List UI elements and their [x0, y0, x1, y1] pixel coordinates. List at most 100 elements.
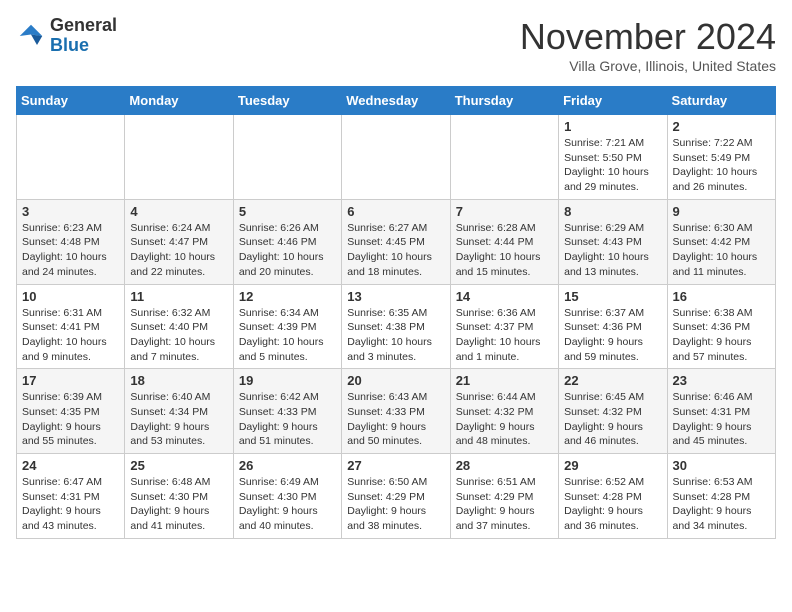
calendar-header: SundayMondayTuesdayWednesdayThursdayFrid… — [17, 87, 776, 115]
day-info: Sunrise: 6:38 AMSunset: 4:36 PMDaylight:… — [673, 306, 770, 365]
day-number: 17 — [22, 373, 119, 388]
calendar-week-2: 3 Sunrise: 6:23 AMSunset: 4:48 PMDaylight… — [17, 199, 776, 284]
calendar-cell: 17 Sunrise: 6:39 AMSunset: 4:35 PMDayligh… — [17, 369, 125, 454]
day-number: 19 — [239, 373, 336, 388]
calendar-cell: 29Sunrise: 6:52 AMSunset: 4:28 PMDayligh… — [559, 454, 667, 539]
day-header-thursday: Thursday — [450, 87, 558, 115]
day-number: 21 — [456, 373, 553, 388]
day-number: 27 — [347, 458, 444, 473]
day-number: 22 — [564, 373, 661, 388]
day-header-monday: Monday — [125, 87, 233, 115]
day-info: Sunrise: 7:22 AMSunset: 5:49 PMDaylight:… — [673, 136, 770, 195]
calendar-cell: 15Sunrise: 6:37 AMSunset: 4:36 PMDayligh… — [559, 284, 667, 369]
day-info: Sunrise: 6:36 AMSunset: 4:37 PMDaylight:… — [456, 306, 553, 365]
day-info: Sunrise: 6:35 AMSunset: 4:38 PMDaylight:… — [347, 306, 444, 365]
day-header-sunday: Sunday — [17, 87, 125, 115]
calendar-cell: 4 Sunrise: 6:24 AMSunset: 4:47 PMDaylight… — [125, 199, 233, 284]
day-info: Sunrise: 6:23 AMSunset: 4:48 PMDaylight:… — [22, 221, 119, 280]
day-info: Sunrise: 6:48 AMSunset: 4:30 PMDaylight:… — [130, 475, 227, 534]
logo-text: General Blue — [50, 16, 117, 56]
day-info: Sunrise: 6:27 AMSunset: 4:45 PMDaylight:… — [347, 221, 444, 280]
calendar-cell — [233, 115, 341, 200]
day-info: Sunrise: 6:28 AMSunset: 4:44 PMDaylight:… — [456, 221, 553, 280]
location-subtitle: Villa Grove, Illinois, United States — [520, 58, 776, 74]
day-info: Sunrise: 6:49 AMSunset: 4:30 PMDaylight:… — [239, 475, 336, 534]
calendar-cell: 7 Sunrise: 6:28 AMSunset: 4:44 PMDaylight… — [450, 199, 558, 284]
day-number: 3 — [22, 204, 119, 219]
day-number: 20 — [347, 373, 444, 388]
calendar-cell: 21 Sunrise: 6:44 AMSunset: 4:32 PMDayligh… — [450, 369, 558, 454]
day-info: Sunrise: 6:40 AMSunset: 4:34 PMDaylight:… — [130, 390, 227, 449]
day-info: Sunrise: 6:50 AMSunset: 4:29 PMDaylight:… — [347, 475, 444, 534]
logo: General Blue — [16, 16, 117, 56]
calendar-cell: 12 Sunrise: 6:34 AMSunset: 4:39 PMDayligh… — [233, 284, 341, 369]
day-number: 25 — [130, 458, 227, 473]
calendar-cell: 11 Sunrise: 6:32 AMSunset: 4:40 PMDayligh… — [125, 284, 233, 369]
day-info: Sunrise: 6:51 AMSunset: 4:29 PMDaylight:… — [456, 475, 553, 534]
calendar-cell: 8 Sunrise: 6:29 AMSunset: 4:43 PMDaylight… — [559, 199, 667, 284]
calendar-cell: 18 Sunrise: 6:40 AMSunset: 4:34 PMDayligh… — [125, 369, 233, 454]
calendar-cell: 24 Sunrise: 6:47 AMSunset: 4:31 PMDayligh… — [17, 454, 125, 539]
day-info: Sunrise: 6:52 AMSunset: 4:28 PMDaylight:… — [564, 475, 661, 534]
day-number: 1 — [564, 119, 661, 134]
day-info: Sunrise: 6:44 AMSunset: 4:32 PMDaylight:… — [456, 390, 553, 449]
day-number: 10 — [22, 289, 119, 304]
calendar-cell: 5Sunrise: 6:26 AMSunset: 4:46 PMDaylight… — [233, 199, 341, 284]
day-header-saturday: Saturday — [667, 87, 775, 115]
day-info: Sunrise: 6:47 AMSunset: 4:31 PMDaylight:… — [22, 475, 119, 534]
calendar-week-5: 24 Sunrise: 6:47 AMSunset: 4:31 PMDayligh… — [17, 454, 776, 539]
days-of-week-row: SundayMondayTuesdayWednesdayThursdayFrid… — [17, 87, 776, 115]
day-header-tuesday: Tuesday — [233, 87, 341, 115]
day-number: 6 — [347, 204, 444, 219]
calendar-week-1: 1Sunrise: 7:21 AMSunset: 5:50 PMDaylight… — [17, 115, 776, 200]
calendar-cell — [450, 115, 558, 200]
calendar-cell: 23 Sunrise: 6:46 AMSunset: 4:31 PMDayligh… — [667, 369, 775, 454]
day-number: 14 — [456, 289, 553, 304]
day-info: Sunrise: 6:53 AMSunset: 4:28 PMDaylight:… — [673, 475, 770, 534]
title-block: November 2024 Villa Grove, Illinois, Uni… — [520, 16, 776, 74]
calendar-cell — [342, 115, 450, 200]
day-number: 24 — [22, 458, 119, 473]
calendar-cell — [17, 115, 125, 200]
calendar-cell: 22Sunrise: 6:45 AMSunset: 4:32 PMDayligh… — [559, 369, 667, 454]
day-number: 8 — [564, 204, 661, 219]
day-number: 15 — [564, 289, 661, 304]
day-number: 4 — [130, 204, 227, 219]
day-number: 5 — [239, 204, 336, 219]
day-number: 26 — [239, 458, 336, 473]
day-number: 18 — [130, 373, 227, 388]
calendar-cell: 10 Sunrise: 6:31 AMSunset: 4:41 PMDayligh… — [17, 284, 125, 369]
calendar-cell: 9Sunrise: 6:30 AMSunset: 4:42 PMDaylight… — [667, 199, 775, 284]
day-info: Sunrise: 6:31 AMSunset: 4:41 PMDaylight:… — [22, 306, 119, 365]
day-info: Sunrise: 6:46 AMSunset: 4:31 PMDaylight:… — [673, 390, 770, 449]
day-number: 2 — [673, 119, 770, 134]
calendar-table: SundayMondayTuesdayWednesdayThursdayFrid… — [16, 86, 776, 539]
day-number: 23 — [673, 373, 770, 388]
calendar-cell: 30 Sunrise: 6:53 AMSunset: 4:28 PMDayligh… — [667, 454, 775, 539]
day-number: 11 — [130, 289, 227, 304]
calendar-cell — [125, 115, 233, 200]
day-number: 12 — [239, 289, 336, 304]
calendar-cell: 6 Sunrise: 6:27 AMSunset: 4:45 PMDaylight… — [342, 199, 450, 284]
calendar-week-3: 10 Sunrise: 6:31 AMSunset: 4:41 PMDayligh… — [17, 284, 776, 369]
day-header-wednesday: Wednesday — [342, 87, 450, 115]
day-number: 28 — [456, 458, 553, 473]
day-info: Sunrise: 6:30 AMSunset: 4:42 PMDaylight:… — [673, 221, 770, 280]
calendar-cell: 20Sunrise: 6:43 AMSunset: 4:33 PMDayligh… — [342, 369, 450, 454]
calendar-cell: 3 Sunrise: 6:23 AMSunset: 4:48 PMDaylight… — [17, 199, 125, 284]
day-number: 16 — [673, 289, 770, 304]
day-info: Sunrise: 6:42 AMSunset: 4:33 PMDaylight:… — [239, 390, 336, 449]
day-info: Sunrise: 6:39 AMSunset: 4:35 PMDaylight:… — [22, 390, 119, 449]
day-number: 30 — [673, 458, 770, 473]
calendar-cell: 16 Sunrise: 6:38 AMSunset: 4:36 PMDayligh… — [667, 284, 775, 369]
page-header: General Blue November 2024 Villa Grove, … — [16, 16, 776, 74]
day-header-friday: Friday — [559, 87, 667, 115]
day-info: Sunrise: 6:24 AMSunset: 4:47 PMDaylight:… — [130, 221, 227, 280]
day-info: Sunrise: 6:32 AMSunset: 4:40 PMDaylight:… — [130, 306, 227, 365]
day-info: Sunrise: 6:29 AMSunset: 4:43 PMDaylight:… — [564, 221, 661, 280]
calendar-body: 1Sunrise: 7:21 AMSunset: 5:50 PMDaylight… — [17, 115, 776, 539]
calendar-week-4: 17 Sunrise: 6:39 AMSunset: 4:35 PMDayligh… — [17, 369, 776, 454]
calendar-cell: 27 Sunrise: 6:50 AMSunset: 4:29 PMDayligh… — [342, 454, 450, 539]
day-info: Sunrise: 6:34 AMSunset: 4:39 PMDaylight:… — [239, 306, 336, 365]
day-number: 7 — [456, 204, 553, 219]
